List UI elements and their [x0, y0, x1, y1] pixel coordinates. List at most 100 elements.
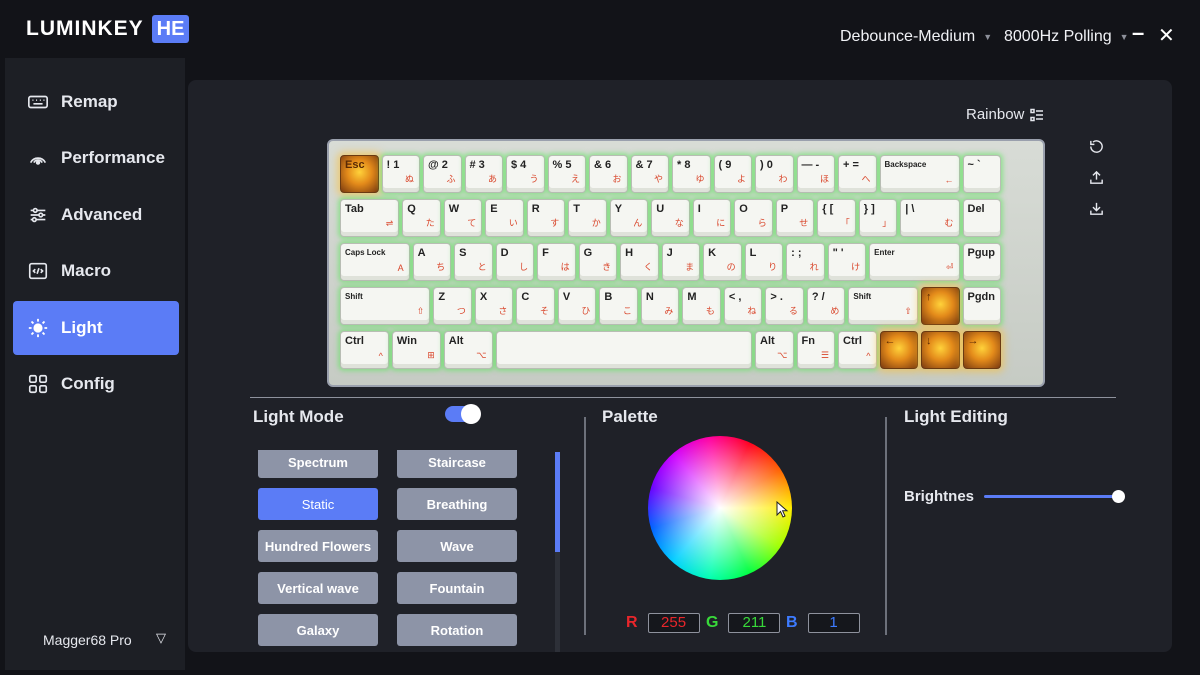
keyboard-key[interactable]: Alt ⌥: [755, 331, 794, 369]
keyboard-key[interactable]: Oら: [734, 199, 773, 237]
keyboard-key[interactable]: Ctrl ^: [838, 331, 877, 369]
keyboard-key[interactable]: ~ `: [962, 155, 1001, 193]
keyboard-key[interactable]: % 5 え: [547, 155, 586, 193]
keyboard-key[interactable]: [495, 331, 752, 369]
import-icon[interactable]: [1088, 200, 1105, 217]
keyboard-key[interactable]: Pgdn: [962, 287, 1001, 325]
polling-dropdown[interactable]: 8000Hz Polling ▼: [1004, 28, 1129, 46]
keyboard-key[interactable]: Cそ: [516, 287, 555, 325]
keyboard-key[interactable]: Vひ: [557, 287, 597, 325]
blue-input[interactable]: 1: [807, 613, 860, 633]
keyboard-key[interactable]: Lり: [744, 243, 784, 281]
keyboard-key[interactable]: & 6お: [589, 155, 628, 193]
keyboard-key[interactable]: Esc: [340, 155, 379, 193]
mode-galaxy[interactable]: Galaxy: [258, 614, 378, 646]
keyboard-key[interactable]: Gき: [578, 243, 618, 281]
minimize-button[interactable]: –: [1132, 20, 1144, 46]
mode-static[interactable]: Static: [258, 488, 378, 520]
effect-preset-button[interactable]: Rainbow: [966, 106, 1044, 123]
keyboard-key[interactable]: : ; れ: [786, 243, 825, 281]
keyboard-key[interactable]: ! 1 ぬ: [381, 155, 420, 193]
red-input[interactable]: 255: [647, 613, 700, 633]
keyboard-key[interactable]: →: [962, 331, 1001, 369]
keyboard-key[interactable]: Backspace ←: [879, 155, 960, 193]
keyboard-key[interactable]: ←: [879, 331, 918, 369]
keyboard-key[interactable]: Shift ⇧: [340, 287, 431, 325]
keyboard-key[interactable]: Bこ: [599, 287, 638, 325]
keyboard-key[interactable]: > . る: [765, 287, 804, 325]
keyboard-key[interactable]: { [「: [817, 199, 856, 237]
debounce-dropdown[interactable]: Debounce-Medium ▼: [840, 28, 992, 46]
keyboard-key[interactable]: Zつ: [433, 287, 472, 325]
keyboard-key[interactable]: Aち: [412, 243, 452, 281]
keyboard-key[interactable]: < , ね: [723, 287, 763, 325]
sidebar-item-config[interactable]: Config: [13, 357, 179, 411]
keyboard-key[interactable]: Dし: [495, 243, 535, 281]
keyboard-key[interactable]: } ] 」: [858, 199, 898, 237]
keyboard-key[interactable]: Tか: [568, 199, 607, 237]
keyboard-key[interactable]: | \ む: [900, 199, 960, 237]
keyboard-key[interactable]: Win ⊞: [391, 331, 441, 369]
mode-vertical-wave[interactable]: Vertical wave: [258, 572, 378, 604]
keyboard-key[interactable]: Jま: [661, 243, 701, 281]
mode-list-scrollbar[interactable]: [555, 452, 560, 652]
keyboard-key[interactable]: " ' け: [827, 243, 867, 281]
keyboard-key[interactable]: # 3あ: [464, 155, 503, 193]
mode-fountain[interactable]: Fountain: [397, 572, 517, 604]
brightness-slider-handle[interactable]: [1112, 490, 1125, 503]
keyboard-key[interactable]: & 7や: [630, 155, 669, 193]
keyboard-key[interactable]: Eい: [485, 199, 524, 237]
keyboard-key[interactable]: Caps Lock A: [340, 243, 410, 281]
keyboard-key[interactable]: ↓: [921, 331, 960, 369]
keyboard-key[interactable]: Del: [962, 199, 1001, 237]
sidebar-item-remap[interactable]: Remap: [13, 75, 179, 129]
keyboard-key[interactable]: Nみ: [640, 287, 680, 325]
mode-wave[interactable]: Wave: [397, 530, 517, 562]
close-button[interactable]: ✕: [1158, 23, 1175, 49]
color-wheel[interactable]: [648, 436, 792, 580]
mode-staircase[interactable]: Staircase: [397, 450, 517, 478]
keyboard-key[interactable]: Ctrl ^: [340, 331, 389, 369]
mode-breathing[interactable]: Breathing: [397, 488, 517, 520]
keyboard-key[interactable]: Hく: [620, 243, 659, 281]
keyboard-key[interactable]: Wて: [443, 199, 483, 237]
keyboard-key[interactable]: Alt ⌥: [443, 331, 493, 369]
keyboard-key[interactable]: Tab ⇌: [340, 199, 400, 237]
device-dropdown-icon[interactable]: ▽: [156, 630, 166, 646]
keyboard-key[interactable]: $ 4う: [506, 155, 545, 193]
export-icon[interactable]: [1088, 169, 1105, 186]
mode-rotation[interactable]: Rotation: [397, 614, 517, 646]
keyboard-key[interactable]: + = へ: [838, 155, 877, 193]
keyboard-key[interactable]: ? / め: [806, 287, 846, 325]
scroll-thumb[interactable]: [555, 452, 560, 552]
keyboard-key[interactable]: — - ほ: [796, 155, 835, 193]
reset-icon[interactable]: [1088, 138, 1105, 155]
keyboard-key[interactable]: Pせ: [775, 199, 815, 237]
keyboard-key[interactable]: Shift ⇧: [848, 287, 918, 325]
keyboard-key[interactable]: Fは: [537, 243, 576, 281]
keyboard-key[interactable]: Mも: [682, 287, 721, 325]
keyboard-key[interactable]: Iに: [692, 199, 732, 237]
brightness-slider-track[interactable]: [984, 495, 1120, 498]
mode-spectrum[interactable]: Spectrum: [258, 450, 378, 478]
keyboard-key[interactable]: Xさ: [474, 287, 514, 325]
mode-hundred-flowers[interactable]: Hundred Flowers: [258, 530, 378, 562]
keyboard-key[interactable]: ↑: [921, 287, 960, 325]
sidebar-item-light[interactable]: Light: [13, 301, 179, 355]
keyboard-key[interactable]: Rす: [526, 199, 566, 237]
light-mode-toggle[interactable]: [445, 404, 481, 424]
keyboard-key[interactable]: Uな: [651, 199, 690, 237]
keyboard-key[interactable]: Yん: [609, 199, 649, 237]
keyboard-key[interactable]: Sと: [454, 243, 493, 281]
keyboard-key[interactable]: Fn ☰: [796, 331, 835, 369]
keyboard-key[interactable]: ) 0 わ: [755, 155, 794, 193]
keyboard-key[interactable]: @ 2 ふ: [423, 155, 462, 193]
keyboard-key[interactable]: * 8 ゆ: [672, 155, 711, 193]
sidebar-item-advanced[interactable]: Advanced: [13, 188, 179, 242]
green-input[interactable]: 211: [728, 613, 781, 633]
sidebar-item-macro[interactable]: Macro: [13, 244, 179, 298]
sidebar-item-performance[interactable]: Performance: [13, 131, 179, 185]
keyboard-key[interactable]: ( 9 よ: [713, 155, 752, 193]
keyboard-key[interactable]: Kの: [703, 243, 742, 281]
keyboard-key[interactable]: Enter ⏎: [869, 243, 960, 281]
